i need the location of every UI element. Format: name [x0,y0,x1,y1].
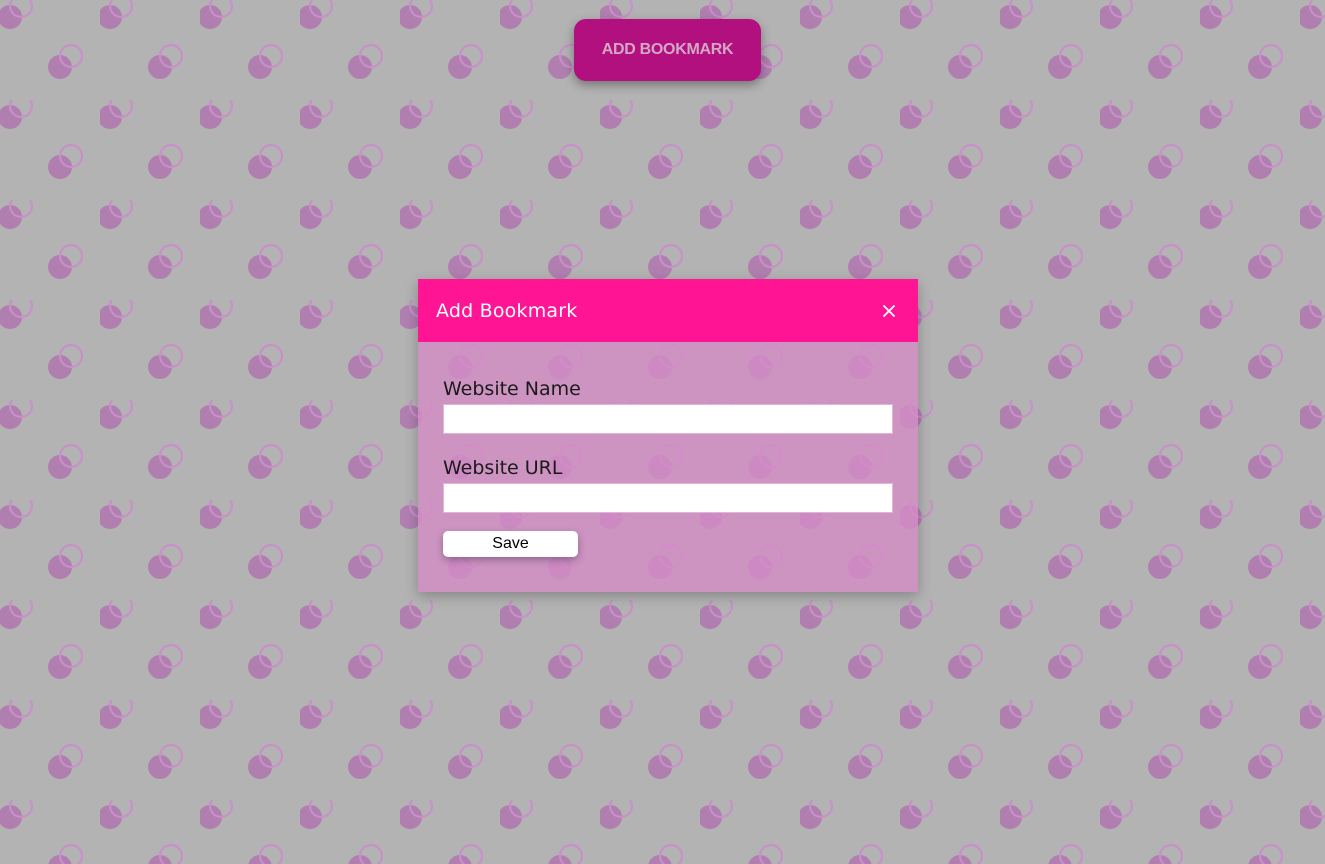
website-name-label: Website Name [443,378,581,400]
modal-header: Add Bookmark [418,279,918,342]
modal-title: Add Bookmark [436,299,578,322]
website-url-input[interactable] [443,483,893,513]
add-bookmark-modal: Add Bookmark Website Name Website URL Sa… [418,279,918,592]
website-url-label: Website URL [443,457,563,479]
add-bookmark-button[interactable]: ADD BOOKMARK [574,19,761,81]
close-icon[interactable] [880,302,898,320]
save-button[interactable]: Save [443,531,578,557]
website-name-input[interactable] [443,404,893,434]
modal-body: Website Name Website URL Save [418,342,918,592]
